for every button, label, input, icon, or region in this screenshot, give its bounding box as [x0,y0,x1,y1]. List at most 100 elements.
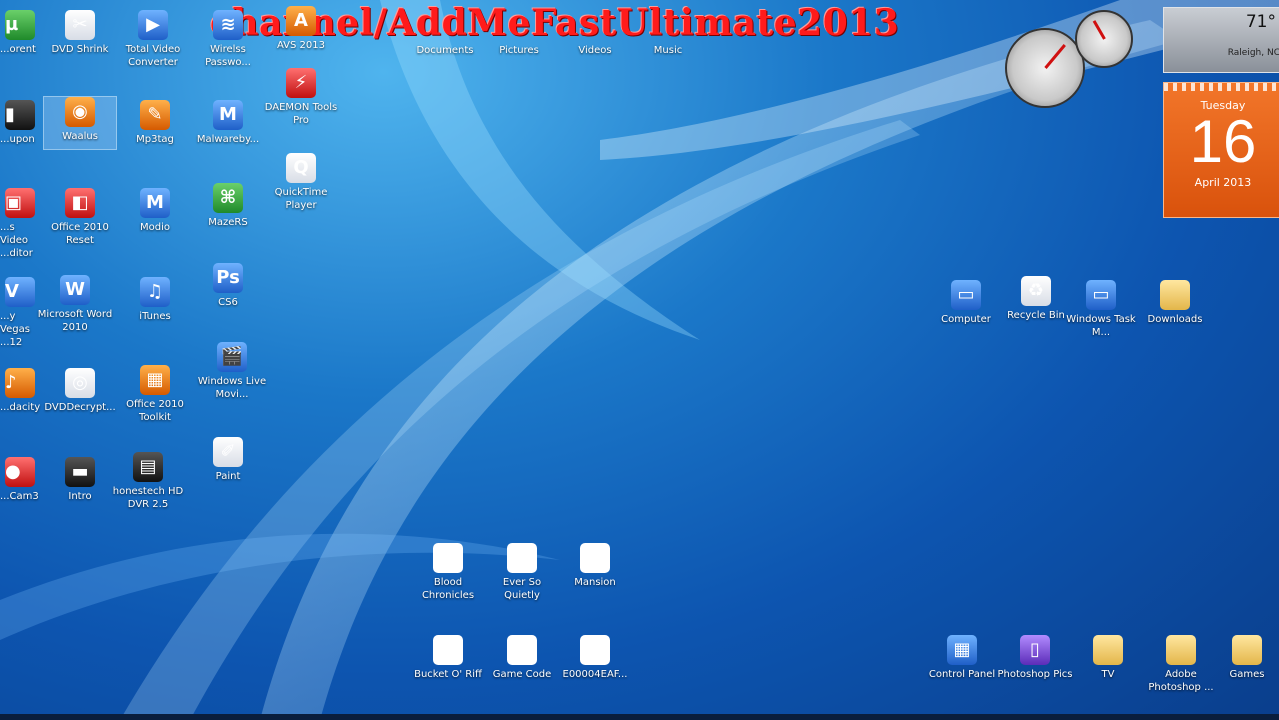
desktop-icon-label: ...Cam3 [0,491,39,502]
desktop-icon[interactable]: ✂ DVD Shrink [42,10,118,56]
desktop-icon-label: Microsoft Word 2010 [37,309,113,333]
desktop-icon[interactable]: ♫ iTunes [117,277,193,323]
desktop-icon[interactable]: E00004EAF... [557,635,633,681]
word-doc-icon: W [507,543,537,573]
desktop-icon[interactable]: ◎ DVDDecrypt... [42,368,118,414]
desktop-icon[interactable]: ♪ ...dacity [0,368,40,414]
desktop-icon[interactable]: ▬ Intro [42,457,118,503]
desktop-icon[interactable]: ≋ Wirelss Passwo... [190,10,266,69]
desktop-icon[interactable]: ⚡ DAEMON Tools Pro [263,68,339,127]
utorrent-icon: µ [5,10,35,40]
desktop-icon[interactable]: ⌘ MazeRS [190,183,266,229]
desktop-icon[interactable]: ▦ Control Panel [924,635,1000,681]
library-label: Documents [416,45,474,56]
desktop-icon[interactable]: ◧ Office 2010 Reset [42,188,118,247]
desktop-icon[interactable]: ▣ ...s Video ...ditor [0,188,40,260]
desktop-icon[interactable]: ▯ Photoshop Pics [997,635,1073,681]
itunes-icon: ♫ [140,277,170,307]
games-folder-icon [1232,635,1262,665]
control-panel-icon: ▦ [947,635,977,665]
calendar-rings [1164,83,1279,91]
malwarebytes-icon: M [213,100,243,130]
stumbleupon-icon: ▮ [5,100,35,130]
desktop-icon[interactable]: ◉ Waalus [43,96,117,150]
mazers-icon: ⌘ [213,183,243,213]
desktop-icon[interactable]: W Ever So Quietly [484,543,560,602]
desktop-icon[interactable]: µ ...orent [0,10,40,56]
desktop-icon-label: Bucket O' Riff [414,669,482,680]
desktop-icon-label: Blood Chronicles [421,577,475,601]
dvd-decrypter-icon: ◎ [65,368,95,398]
desktop-icon[interactable]: 🎬 Windows Live Movi... [194,342,270,401]
desktop-icon[interactable]: ▶ Total Video Converter [115,10,191,69]
desktop-icon[interactable]: ▤ honestech HD DVR 2.5 [110,452,186,511]
audacity-icon: ♪ [5,368,35,398]
cpu-gauge-icon [1005,28,1085,108]
desktop-icon[interactable]: Games [1217,635,1277,681]
desktop-icon-label: AVS 2013 [276,40,326,51]
task-manager-icon: ▭ [1086,280,1116,310]
desktop-icon[interactable]: Ps CS6 [190,263,266,309]
desktop-icon[interactable]: W Mansion [557,543,633,589]
video-converter-icon: ▶ [138,10,168,40]
taskbar-edge [0,714,1279,720]
desktop-icon[interactable]: TV [1070,635,1146,681]
photoshop-cs6-icon: Ps [213,263,243,293]
desktop-icon[interactable]: A AVS 2013 [263,6,339,52]
desktop-icon[interactable]: Bucket O' Riff [410,635,486,681]
calendar-gadget[interactable]: Tuesday 16 April 2013 [1163,82,1279,218]
desktop-icon[interactable]: ▭ Computer [928,280,1004,326]
cpu-meter-gadget[interactable] [1005,10,1133,108]
desktop-icon[interactable]: W Blood Chronicles [410,543,486,602]
desktop-icon-label: Mansion [574,577,616,588]
desktop-icon[interactable]: M Malwareby... [190,100,266,146]
text-file-icon [580,635,610,665]
desktop-icon[interactable]: W Microsoft Word 2010 [37,275,113,334]
desktop-icon-label: Windows Task M... [1066,314,1136,338]
library-label-videos[interactable]: Videos [560,44,630,57]
desktop-icon-label: Waalus [62,131,98,142]
desktop-icon-label: E00004EAF... [562,669,628,680]
desktop-icon-label: Modio [140,222,170,233]
desktop-icon[interactable]: Game Code [484,635,560,681]
library-label: Music [653,45,683,56]
desktop-icon-label: Games [1229,669,1265,680]
weather-gadget[interactable]: 71° Raleigh, NC [1163,7,1279,73]
calendar-month: April 2013 [1194,176,1252,189]
avs-icon: A [286,6,316,36]
desktop-icon-label: Computer [941,314,991,325]
desktop-icon[interactable]: Downloads [1137,280,1213,326]
video-editor-icon: ▣ [5,188,35,218]
desktop-icon[interactable]: ✐ Paint [190,437,266,483]
desktop-icon-label: Intro [68,491,92,502]
desktop-icon[interactable]: ▦ Office 2010 Toolkit [117,365,193,424]
desktop-icon-label: TV [1101,669,1115,680]
honestech-icon: ▤ [133,452,163,482]
library-label-documents[interactable]: Documents [410,44,480,57]
desktop-icon-label: ...upon [0,134,35,145]
desktop-icon-label: ...y Vegas ...12 [0,311,30,348]
photoshop-pics-icon: ▯ [1020,635,1050,665]
desktop-icon[interactable]: ✎ Mp3tag [117,100,193,146]
desktop-icon[interactable]: Adobe Photoshop ... [1143,635,1219,694]
desktop-icon-label: honestech HD DVR 2.5 [112,486,184,510]
word-doc-icon: W [433,543,463,573]
desktop-icon[interactable]: ● ...Cam3 [0,457,40,503]
library-label-pictures[interactable]: Pictures [484,44,554,57]
computer-icon: ▭ [951,280,981,310]
sony-vegas-icon: V [5,277,35,307]
desktop-icon-label: Adobe Photoshop ... [1148,669,1214,693]
text-file-icon [433,635,463,665]
library-label-music[interactable]: Music [633,44,703,57]
desktop-icon[interactable]: ▮ ...upon [0,100,40,146]
desktop-icon-label: MazeRS [208,217,248,228]
desktop-icon-label: Wirelss Passwo... [205,44,251,68]
desktop-icon-label: ...dacity [0,402,41,413]
quicktime-icon: Q [286,153,316,183]
dvd-shrink-icon: ✂ [65,10,95,40]
desktop-icon[interactable]: V ...y Vegas ...12 [0,277,40,349]
desktop-icon[interactable]: Q QuickTime Player [263,153,339,212]
desktop-icon[interactable]: M Modio [117,188,193,234]
desktop-icon[interactable]: ▭ Windows Task M... [1063,280,1139,339]
office-toolkit-icon: ▦ [140,365,170,395]
